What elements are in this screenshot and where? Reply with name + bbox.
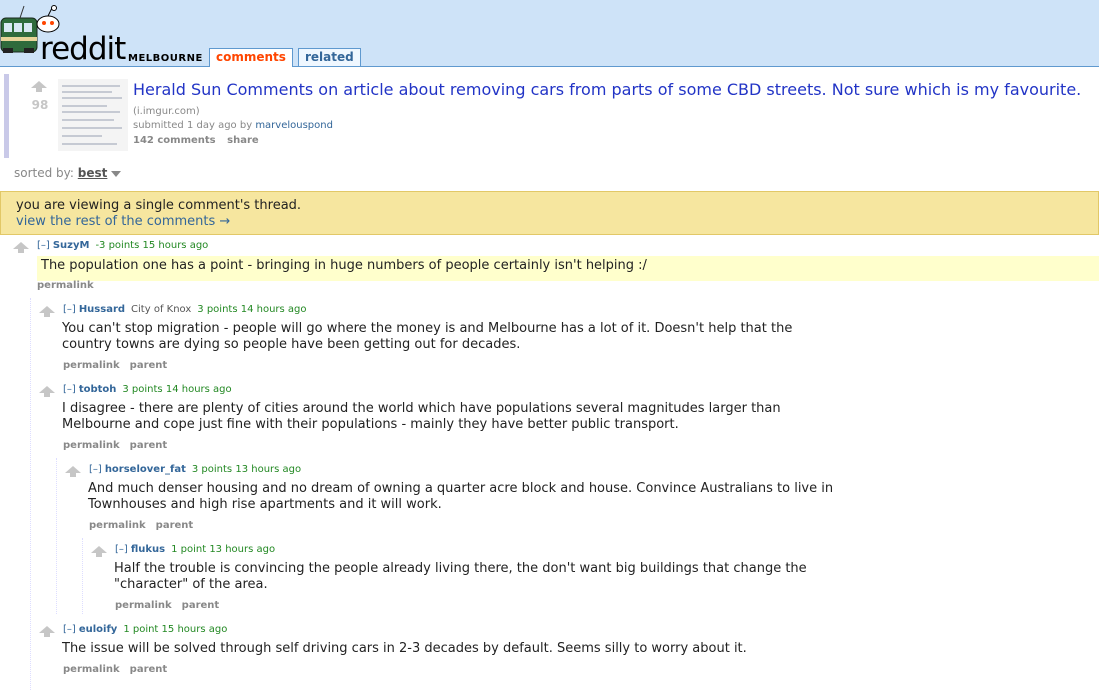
infobar-text: you are viewing a single comment's threa… bbox=[16, 198, 302, 213]
comment-tagline: [–] Hussard City of Knox 3 points 14 hours … bbox=[63, 304, 307, 315]
comment-text-line: The population one has a point - bringin… bbox=[41, 258, 647, 273]
comment-body: You can't stop migration - people will g… bbox=[62, 321, 792, 353]
collapse-toggle[interactable]: [–] bbox=[37, 240, 50, 251]
collapse-toggle[interactable]: [–] bbox=[63, 624, 76, 635]
submitted-label: submitted bbox=[133, 120, 184, 131]
collapse-toggle[interactable]: [–] bbox=[115, 544, 128, 555]
parent-link[interactable]: parent bbox=[130, 440, 168, 451]
post-entry: 98 Herald Sun Comments on article about … bbox=[4, 74, 1099, 158]
sort-selected[interactable]: best bbox=[78, 166, 108, 180]
comment-score: 3 points bbox=[197, 304, 238, 315]
permalink-link[interactable]: permalink bbox=[63, 664, 120, 675]
upvote-icon[interactable] bbox=[65, 466, 81, 477]
comment-author[interactable]: flukus bbox=[131, 544, 165, 555]
site-header: reddit MELBOURNE comments related bbox=[0, 0, 1099, 67]
comment-time: 13 hours ago bbox=[235, 464, 302, 475]
post-thumbnail[interactable] bbox=[58, 79, 128, 151]
parent-link[interactable]: parent bbox=[130, 664, 168, 675]
permalink-link[interactable]: permalink bbox=[63, 440, 120, 451]
permalink-link[interactable]: permalink bbox=[63, 360, 120, 371]
comment-buttons: permalink parent bbox=[63, 440, 177, 451]
subreddit-name[interactable]: MELBOURNE bbox=[128, 53, 203, 64]
comment-author[interactable]: tobtoh bbox=[79, 384, 117, 395]
post-buttons: 142 comments share bbox=[133, 135, 267, 146]
comment-text-line: "character" of the area. bbox=[114, 577, 268, 592]
comment-text-line: country towns are dying so people have b… bbox=[62, 337, 521, 352]
comment-author[interactable]: SuzyM bbox=[53, 240, 90, 251]
comment-text-line: Townhouses and high rise apartments and … bbox=[88, 497, 442, 512]
comment-tagline: [–] flukus 1 point 13 hours ago bbox=[115, 544, 275, 555]
parent-link[interactable]: parent bbox=[130, 360, 168, 371]
by-label: by bbox=[239, 120, 253, 131]
chevron-down-icon[interactable] bbox=[111, 170, 122, 177]
comment-time: 15 hours ago bbox=[161, 624, 228, 635]
comment-author[interactable]: euloify bbox=[79, 624, 118, 635]
logo-wordmark[interactable]: reddit bbox=[40, 31, 126, 67]
post-score: 98 bbox=[31, 98, 49, 112]
user-flair: City of Knox bbox=[131, 304, 192, 315]
thread-line bbox=[56, 458, 57, 614]
comment-body: The issue will be solved through self dr… bbox=[62, 641, 747, 657]
parent-link[interactable]: parent bbox=[182, 600, 220, 611]
upvote-icon[interactable] bbox=[39, 386, 55, 397]
sort-menu: sorted by: best bbox=[14, 166, 122, 180]
upvote-icon[interactable] bbox=[13, 242, 29, 253]
comment-time: 13 hours ago bbox=[209, 544, 276, 555]
comment-body: The population one has a point - bringin… bbox=[37, 256, 1099, 281]
thread-line bbox=[82, 538, 83, 614]
tab-comments[interactable]: comments bbox=[209, 48, 293, 67]
comment-buttons: permalink parent bbox=[89, 520, 203, 531]
comment-buttons: permalink parent bbox=[63, 360, 177, 371]
comment-body: I disagree - there are plenty of cities … bbox=[62, 401, 781, 433]
post-title-link[interactable]: Herald Sun Comments on article about rem… bbox=[133, 80, 1081, 99]
collapse-toggle[interactable]: [–] bbox=[63, 384, 76, 395]
comment-buttons: permalink parent bbox=[63, 664, 177, 675]
submitted-time: 1 day ago bbox=[186, 120, 237, 131]
comment-text-line: Half the trouble is convincing the peopl… bbox=[114, 561, 807, 576]
comment-score: 3 points bbox=[191, 464, 233, 475]
comment-time: 15 hours ago bbox=[142, 240, 209, 251]
post-domain[interactable]: (i.imgur.com) bbox=[133, 106, 200, 117]
comment-body: And much denser housing and no dream of … bbox=[88, 481, 833, 513]
comment-author[interactable]: horselover_fat bbox=[105, 464, 186, 475]
view-rest-link[interactable]: view the rest of the comments → bbox=[16, 214, 230, 229]
comment-time: 14 hours ago bbox=[165, 384, 232, 395]
comment-text-line: You can't stop migration - people will g… bbox=[62, 321, 793, 336]
post-tagline: submitted 1 day ago by marvelouspond bbox=[133, 120, 333, 131]
upvote-icon[interactable] bbox=[39, 306, 55, 317]
comment-text-line: Melbourne and cope just fine with their … bbox=[62, 417, 679, 432]
permalink-link[interactable]: permalink bbox=[89, 520, 146, 531]
comment-tagline: [–] horselover_fat 3 points 13 hours ago bbox=[89, 464, 301, 475]
upvote-icon[interactable] bbox=[91, 546, 107, 557]
comment-author[interactable]: Hussard bbox=[79, 304, 125, 315]
upvote-icon[interactable] bbox=[39, 626, 55, 637]
comment-score: 3 points bbox=[122, 384, 163, 395]
comment-score: 1 point bbox=[123, 624, 159, 635]
collapse-toggle[interactable]: [–] bbox=[63, 304, 76, 315]
sort-label: sorted by: bbox=[14, 166, 74, 180]
comment-text-line: And much denser housing and no dream of … bbox=[88, 481, 834, 496]
comment-score: -3 points bbox=[95, 240, 140, 251]
comment-tagline: [–] SuzyM -3 points 15 hours ago bbox=[37, 240, 208, 251]
comment-score: 1 point bbox=[171, 544, 207, 555]
comment-body: Half the trouble is convincing the peopl… bbox=[114, 561, 807, 593]
permalink-link[interactable]: permalink bbox=[115, 600, 172, 611]
share-link[interactable]: share bbox=[227, 135, 259, 146]
comment-text-line: I disagree - there are plenty of cities … bbox=[62, 401, 781, 416]
comment-buttons: permalink parent bbox=[115, 600, 229, 611]
permalink-link[interactable]: permalink bbox=[37, 280, 94, 291]
thread-line bbox=[30, 298, 31, 690]
comment-text-line: The issue will be solved through self dr… bbox=[62, 641, 747, 656]
comments-count-link[interactable]: 142 comments bbox=[133, 135, 216, 146]
collapse-toggle[interactable]: [–] bbox=[89, 464, 102, 475]
single-thread-infobar: you are viewing a single comment's threa… bbox=[0, 191, 1099, 235]
comment-tagline: [–] euloify 1 point 15 hours ago bbox=[63, 624, 227, 635]
comment-tagline: [–] tobtoh 3 points 14 hours ago bbox=[63, 384, 232, 395]
comment-buttons: permalink bbox=[37, 280, 104, 291]
comment-time: 14 hours ago bbox=[240, 304, 307, 315]
parent-link[interactable]: parent bbox=[156, 520, 194, 531]
post-upvote-icon[interactable] bbox=[31, 81, 47, 92]
post-author-link[interactable]: marvelouspond bbox=[255, 120, 333, 131]
tab-related[interactable]: related bbox=[298, 48, 361, 66]
